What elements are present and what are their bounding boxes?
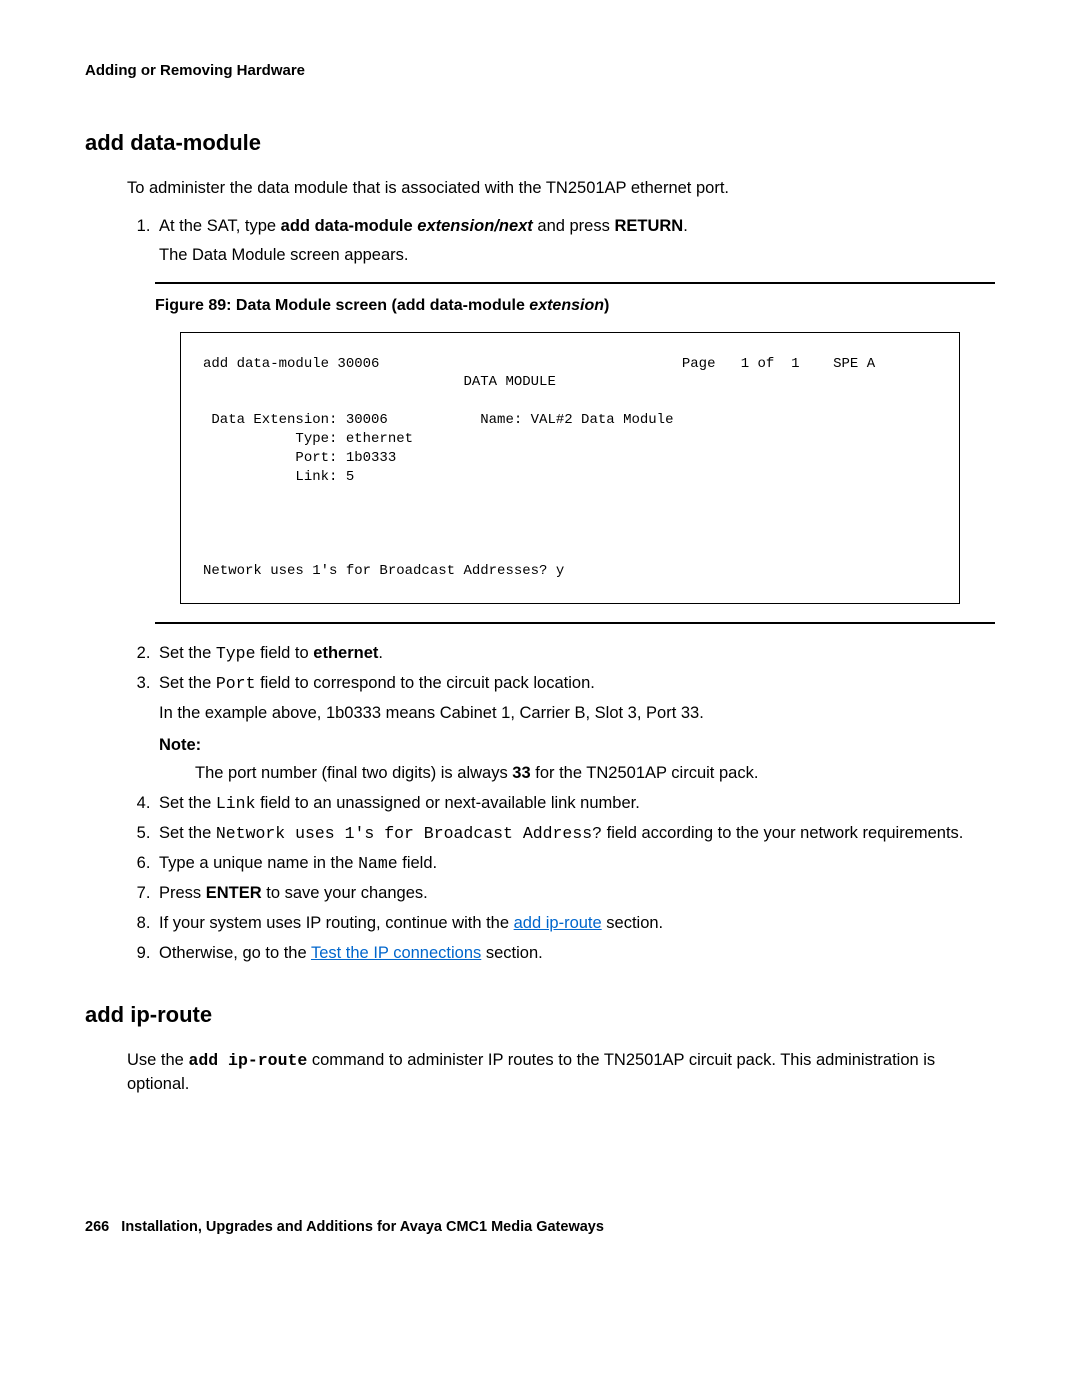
step-1-mid: and press: [533, 217, 615, 235]
step-text: Set the: [159, 674, 216, 692]
body-command: add ip-route: [188, 1051, 307, 1070]
step-text: Set the: [159, 824, 216, 842]
step-6: Type a unique name in the Name field.: [155, 852, 995, 876]
section-heading-add-data-module: add data-module: [85, 127, 995, 159]
running-header: Adding or Removing Hardware: [85, 60, 995, 82]
note-text: for the TN2501AP circuit pack.: [531, 764, 759, 782]
step-text: section.: [602, 914, 663, 932]
step-field: Port: [216, 674, 256, 693]
step-key: ENTER: [206, 884, 262, 902]
step-text: field according to the your network requ…: [602, 824, 963, 842]
footer-title: Installation, Upgrades and Additions for…: [121, 1219, 604, 1235]
step-3-sub: In the example above, 1b0333 means Cabin…: [159, 702, 995, 726]
terminal-line: Port: 1b0333: [203, 450, 396, 466]
step-4: Set the Link field to an unassigned or n…: [155, 792, 995, 816]
figure-caption-arg: extension: [529, 297, 604, 314]
figure-rule-top: [155, 282, 995, 284]
step-5: Set the Network uses 1's for Broadcast A…: [155, 822, 995, 846]
note-text: The port number (final two digits) is al…: [195, 764, 512, 782]
figure-caption-post: ): [604, 297, 609, 314]
step-1-text: At the SAT, type: [159, 217, 281, 235]
terminal-line: add data-module 30006 Page 1 of 1 SPE A: [203, 356, 875, 372]
section-heading-add-ip-route: add ip-route: [85, 999, 995, 1031]
step-value: ethernet: [313, 644, 378, 662]
step-text: field to an unassigned or next-available…: [255, 794, 639, 812]
terminal-line: Type: ethernet: [203, 431, 413, 447]
step-1-key: RETURN: [614, 217, 683, 235]
note-bold: 33: [512, 764, 530, 782]
figure-caption: Figure 89: Data Module screen (add data-…: [155, 294, 995, 317]
step-text: Press: [159, 884, 206, 902]
step-text: If your system uses IP routing, continue…: [159, 914, 514, 932]
step-text: field to correspond to the circuit pack …: [255, 674, 594, 692]
note-label: Note:: [159, 734, 995, 758]
step-1-arg: extension/next: [417, 217, 533, 235]
terminal-line: Link: 5: [203, 469, 354, 485]
step-field: Network uses 1's for Broadcast Address?: [216, 824, 602, 843]
step-field: Link: [216, 794, 256, 813]
step-text: section.: [481, 944, 542, 962]
step-7: Press ENTER to save your changes.: [155, 882, 995, 906]
step-text: to save your changes.: [262, 884, 428, 902]
terminal-line: Data Extension: 30006 Name: VAL#2 Data M…: [203, 412, 673, 428]
step-8: If your system uses IP routing, continue…: [155, 912, 995, 936]
link-test-ip-connections[interactable]: Test the IP connections: [311, 944, 481, 962]
body-text: Use the: [127, 1051, 188, 1069]
note-body: The port number (final two digits) is al…: [195, 762, 995, 786]
step-2: Set the Type field to ethernet.: [155, 642, 995, 666]
step-text: Type a unique name in the: [159, 854, 358, 872]
page-number: 266: [85, 1219, 109, 1235]
step-1: At the SAT, type add data-module extensi…: [155, 215, 995, 269]
page-footer: 266 Installation, Upgrades and Additions…: [85, 1217, 995, 1238]
step-field: Name: [358, 854, 398, 873]
link-add-ip-route[interactable]: add ip-route: [514, 914, 602, 932]
figure-caption-pre: Figure 89: Data Module screen (add data-…: [155, 297, 529, 314]
step-text: Otherwise, go to the: [159, 944, 311, 962]
step-text: field.: [398, 854, 437, 872]
step-text: .: [378, 644, 383, 662]
intro-paragraph: To administer the data module that is as…: [127, 177, 995, 201]
step-1-command: add data-module: [281, 217, 418, 235]
terminal-line: DATA MODULE: [203, 374, 556, 390]
step-text: field to: [255, 644, 313, 662]
terminal-line: Network uses 1's for Broadcast Addresses…: [203, 563, 564, 579]
figure-rule-bottom: [155, 622, 995, 624]
section2-body: Use the add ip-route command to administ…: [127, 1049, 995, 1097]
step-field: Type: [216, 644, 256, 663]
step-text: Set the: [159, 794, 216, 812]
step-3: Set the Port field to correspond to the …: [155, 672, 995, 786]
step-text: Set the: [159, 644, 216, 662]
step-1-sub: The Data Module screen appears.: [159, 244, 995, 268]
step-1-post: .: [683, 217, 688, 235]
step-9: Otherwise, go to the Test the IP connect…: [155, 942, 995, 966]
terminal-screen: add data-module 30006 Page 1 of 1 SPE A …: [180, 332, 960, 605]
